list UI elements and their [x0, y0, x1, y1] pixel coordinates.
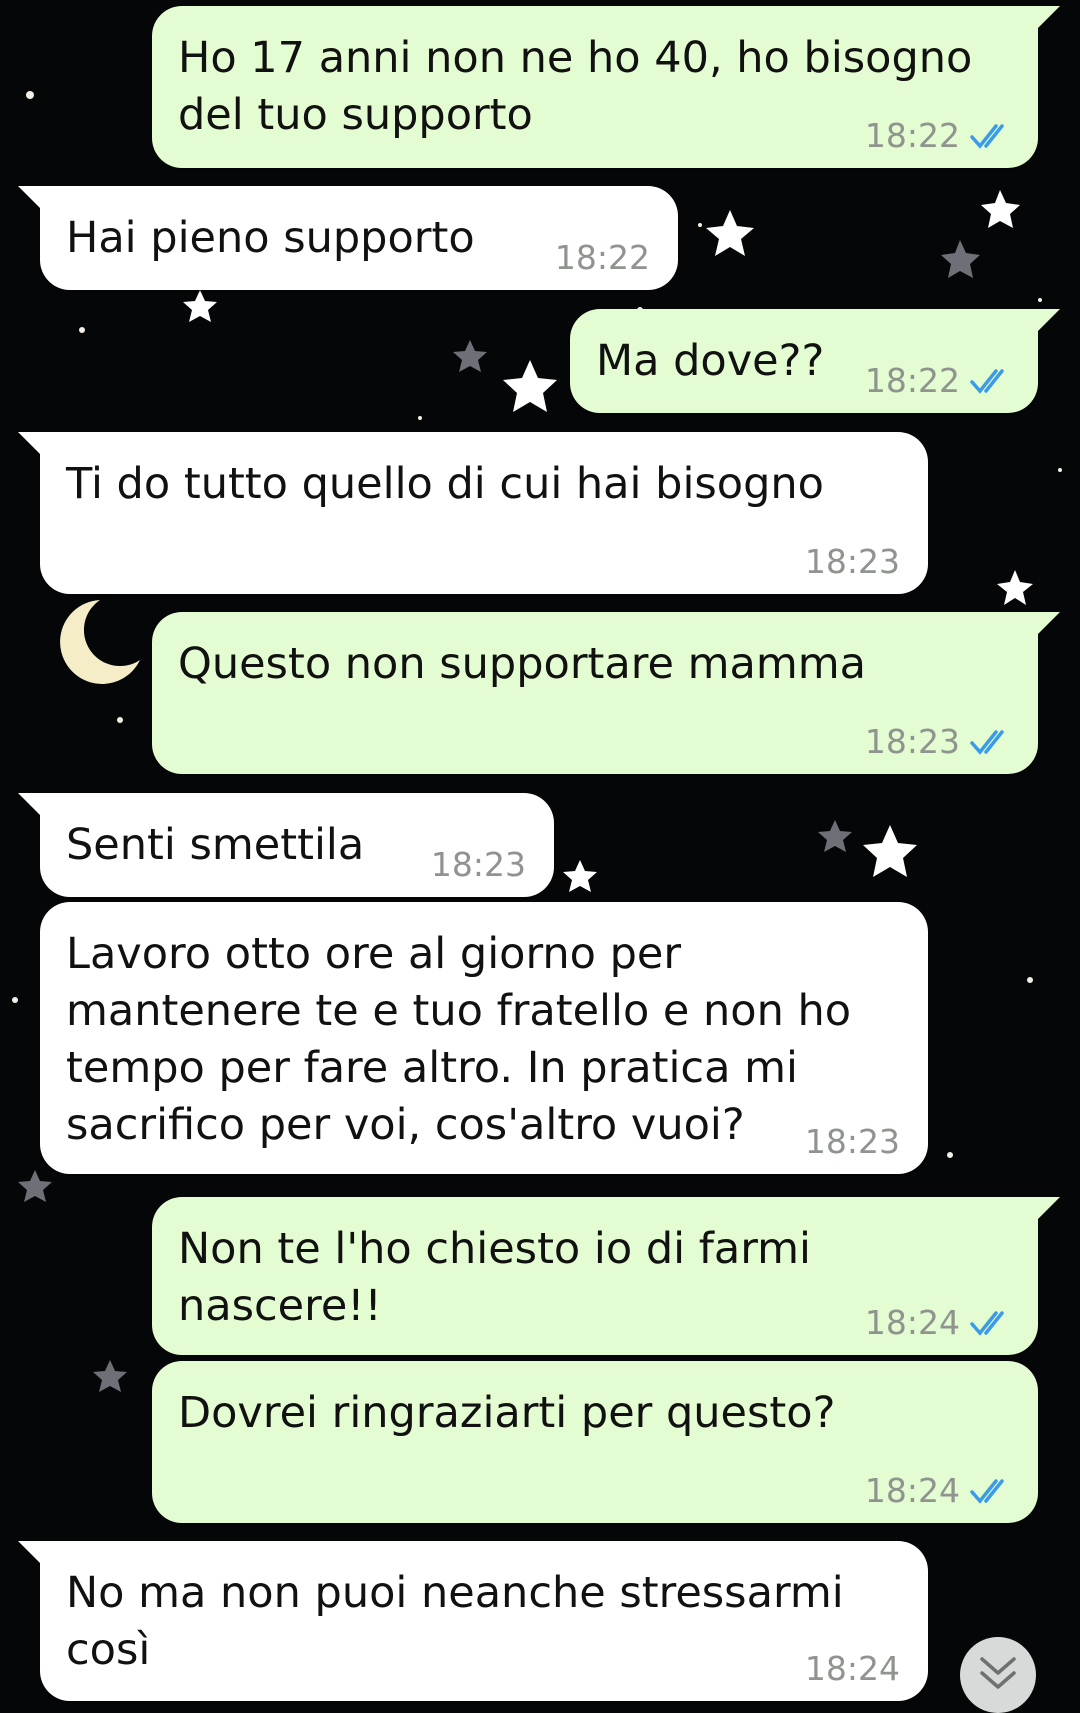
double-check-icon [970, 369, 1004, 394]
double-check-icon [970, 730, 1004, 755]
message-bubble-incoming[interactable]: Lavoro otto ore al giorno per mantenere … [40, 902, 928, 1174]
double-check-icon [970, 1311, 1004, 1336]
message-meta: 18:22 [865, 118, 1014, 154]
message-text: Questo non supportare mamma [178, 639, 866, 689]
message-bubble-incoming[interactable]: Hai pieno supporto 18:22 [18, 186, 678, 290]
message-text: Hai pieno supporto [66, 213, 475, 263]
message-text: No ma non puoi neanche stressarmi così [66, 1568, 844, 1675]
message-meta: 18:22 [865, 363, 1014, 399]
message-text: Senti smettila [66, 820, 365, 870]
message-time: 18:22 [864, 361, 960, 400]
message-time: 18:23 [804, 1122, 900, 1161]
double-check-icon [970, 1479, 1004, 1504]
message-text: Ti do tutto quello di cui hai bisogno [66, 459, 824, 509]
message-time: 18:23 [864, 722, 960, 761]
message-bubble-outgoing[interactable]: Dovrei ringraziarti per questo? 18:24 [152, 1361, 1038, 1523]
message-text: Non te l'ho chiesto io di farmi nascere!… [178, 1224, 811, 1331]
message-bubble-outgoing[interactable]: Ma dove?? 18:22 [570, 309, 1060, 413]
message-meta: 18:24 [865, 1473, 1014, 1509]
message-meta: 18:23 [431, 847, 526, 883]
message-bubble-outgoing[interactable]: Non te l'ho chiesto io di farmi nascere!… [152, 1197, 1060, 1355]
message-text: Ho 17 anni non ne ho 40, ho bisogno del … [178, 33, 973, 140]
message-meta: 18:24 [805, 1651, 900, 1687]
chevron-double-down-icon [980, 1657, 1016, 1689]
message-text: Dovrei ringraziarti per questo? [178, 1388, 836, 1438]
message-time: 18:24 [804, 1649, 900, 1688]
message-time: 18:22 [864, 116, 960, 155]
message-meta: 18:23 [805, 544, 900, 580]
message-bubble-incoming[interactable]: No ma non puoi neanche stressarmi così 1… [18, 1541, 928, 1701]
message-meta: 18:23 [805, 1124, 900, 1160]
message-text: Ma dove?? [596, 336, 825, 386]
message-meta: 18:22 [555, 240, 650, 276]
message-bubble-incoming[interactable]: Senti smettila 18:23 [18, 793, 554, 897]
message-time: 18:24 [864, 1471, 960, 1510]
message-time: 18:23 [804, 542, 900, 581]
message-time: 18:24 [864, 1303, 960, 1342]
message-bubble-incoming[interactable]: Ti do tutto quello di cui hai bisogno 18… [18, 432, 928, 594]
message-meta: 18:24 [865, 1305, 1014, 1341]
double-check-icon [970, 124, 1004, 149]
message-text: Lavoro otto ore al giorno per mantenere … [66, 929, 852, 1150]
message-time: 18:23 [430, 845, 526, 884]
scroll-to-bottom-button[interactable] [960, 1637, 1036, 1713]
message-bubble-outgoing[interactable]: Questo non supportare mamma 18:23 [152, 612, 1060, 774]
message-bubble-outgoing[interactable]: Ho 17 anni non ne ho 40, ho bisogno del … [152, 6, 1060, 168]
message-time: 18:22 [554, 238, 650, 277]
message-meta: 18:23 [865, 724, 1014, 760]
